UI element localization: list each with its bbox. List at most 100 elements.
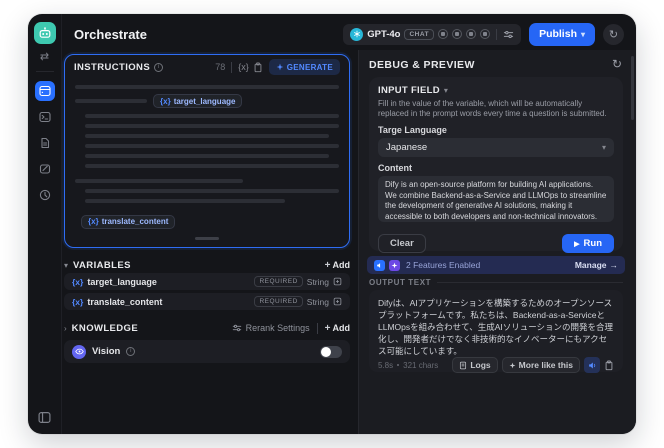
- variable-symbol: {x}: [72, 276, 84, 287]
- more-like-this-button[interactable]: More like this: [501, 357, 580, 374]
- manage-label: Manage: [574, 260, 607, 270]
- resize-handle[interactable]: [195, 237, 219, 240]
- target-language-select[interactable]: Japanese ▾: [378, 138, 614, 158]
- insert-variable-button[interactable]: {x}: [238, 62, 249, 72]
- plus-icon: +: [324, 322, 331, 334]
- model-selector[interactable]: GPT-4o CHAT: [343, 23, 522, 45]
- char-count: 321 chars: [403, 360, 439, 370]
- variables-title: VARIABLES: [73, 259, 131, 271]
- speaker-button[interactable]: [584, 357, 600, 374]
- app-header: Orchestrate GPT-4o CHAT Publish ▾ ↻: [62, 14, 636, 54]
- redacted-text-line: [85, 134, 329, 138]
- variable-tag-translate-content[interactable]: {x} translate_content: [81, 214, 176, 229]
- more-like-this-feature-icon: [389, 259, 400, 271]
- play-icon: ▶: [574, 240, 580, 248]
- variables-header: ▾ VARIABLES + Add: [64, 258, 350, 272]
- collapse-sidebar-button[interactable]: [38, 411, 51, 424]
- app-logo[interactable]: [33, 22, 56, 44]
- logs-button[interactable]: Logs: [452, 357, 498, 374]
- variable-settings-icon[interactable]: [333, 277, 342, 286]
- clear-button[interactable]: Clear: [378, 234, 426, 254]
- sidebar-item-logs[interactable]: [35, 133, 55, 153]
- debug-panel: DEBUG & PREVIEW ↻ INPUT FIELD ▾ Fill in …: [358, 50, 636, 434]
- debug-title: DEBUG & PREVIEW: [369, 59, 475, 71]
- instructions-panel[interactable]: INSTRUCTIONS i 78 {x} GENERATE {x} targe…: [64, 54, 350, 248]
- redacted-text-line: [85, 124, 339, 128]
- sidebar-item-annotations[interactable]: [35, 159, 55, 179]
- required-badge: REQUIRED: [254, 296, 303, 307]
- add-label: Add: [332, 323, 351, 333]
- prompt-editor[interactable]: {x} target_language {x} translate_conten…: [65, 79, 349, 245]
- redacted-text-line: [75, 179, 243, 183]
- vision-toggle[interactable]: [320, 345, 342, 358]
- sidebar-item-api[interactable]: [35, 107, 55, 127]
- divider: [316, 322, 318, 334]
- sliders-icon: [232, 324, 241, 332]
- input-field-description: Fill in the value of the variable, which…: [378, 99, 607, 119]
- redacted-text-line: [75, 99, 147, 103]
- plus-icon: +: [324, 259, 331, 271]
- model-capability-icon-1: [438, 29, 449, 39]
- copy-output-button[interactable]: [604, 360, 614, 371]
- layout-collapse-icon: [38, 412, 51, 423]
- chevron-right-icon[interactable]: ›: [64, 324, 67, 333]
- orchestrate-icon: [38, 85, 51, 97]
- info-icon: i: [126, 347, 136, 356]
- exit-app-icon[interactable]: ⇄: [40, 50, 49, 64]
- manage-features-button[interactable]: Manage →: [575, 260, 618, 270]
- instructions-header: INSTRUCTIONS i 78 {x} GENERATE: [65, 55, 349, 79]
- input-field-title: INPUT FIELD: [378, 85, 440, 96]
- variable-tag-target-language[interactable]: {x} target_language: [153, 94, 243, 108]
- knowledge-title: KNOWLEDGE: [71, 322, 139, 334]
- model-settings-icon[interactable]: [503, 29, 514, 40]
- info-icon: i: [154, 62, 164, 72]
- add-knowledge-button[interactable]: + Add: [325, 323, 350, 334]
- output-text: Difyは、AIアプリケーションを構築するためのオープンソースプラットフォームで…: [378, 298, 614, 357]
- annotation-icon: [39, 164, 50, 174]
- content-textarea[interactable]: Dify is an open-source platform for buil…: [378, 176, 614, 223]
- target-language-label: Targe Language: [378, 125, 447, 136]
- eye-icon: [72, 344, 86, 359]
- latency: 5.8s: [378, 360, 394, 370]
- run-label: Run: [583, 238, 602, 250]
- redacted-text-line: [85, 114, 339, 118]
- model-name: GPT-4o: [367, 28, 401, 40]
- variable-settings-icon[interactable]: [333, 297, 342, 306]
- redacted-text-line: [75, 85, 339, 89]
- version-history-button[interactable]: ↻: [603, 23, 624, 45]
- copy-prompt-button[interactable]: [253, 61, 263, 73]
- instructions-title: INSTRUCTIONS: [74, 61, 151, 73]
- variable-row[interactable]: {x} target_language REQUIRED String: [64, 273, 350, 290]
- variable-type: String: [306, 296, 329, 307]
- publish-button[interactable]: Publish ▾: [529, 22, 595, 46]
- content-label: Content: [378, 163, 412, 174]
- chevron-down-icon[interactable]: ▾: [444, 86, 448, 95]
- add-variable-button[interactable]: + Add: [325, 260, 350, 271]
- chevron-down-icon[interactable]: ▾: [64, 261, 68, 270]
- chevron-down-icon: ▾: [601, 143, 606, 153]
- app-window: ⇄ Orchestrate GPT-4o CHAT Publish ▾ ↻ IN…: [28, 14, 636, 434]
- variable-symbol: {x}: [72, 296, 84, 307]
- chevron-down-icon: ▾: [580, 29, 585, 39]
- history-icon: ↻: [608, 28, 619, 41]
- terminal-icon: [38, 111, 51, 123]
- more-like-this-label: More like this: [518, 360, 573, 371]
- sidebar-item-monitoring[interactable]: [35, 185, 55, 205]
- generate-button[interactable]: GENERATE: [268, 59, 340, 75]
- restart-icon[interactable]: ↻: [612, 57, 622, 71]
- sparkle-icon: [509, 362, 516, 369]
- run-button[interactable]: ▶ Run: [562, 234, 614, 254]
- scrollbar[interactable]: [631, 56, 634, 120]
- variable-row[interactable]: {x} translate_content REQUIRED String: [64, 293, 350, 310]
- rerank-settings-button[interactable]: Rerank Settings: [232, 323, 310, 333]
- variable-symbol: {x}: [160, 96, 171, 106]
- generate-label: GENERATE: [286, 62, 333, 72]
- sidebar-item-orchestrate[interactable]: [34, 81, 55, 101]
- logs-label: Logs: [470, 360, 491, 371]
- input-field-card: INPUT FIELD ▾ Fill in the value of the v…: [369, 77, 623, 254]
- divider: [437, 282, 623, 283]
- output-header: OUTPUT TEXT: [369, 278, 623, 287]
- document-icon: [40, 137, 49, 149]
- features-bar[interactable]: 2 Features Enabled Manage →: [367, 256, 625, 274]
- redacted-text-line: [85, 164, 339, 168]
